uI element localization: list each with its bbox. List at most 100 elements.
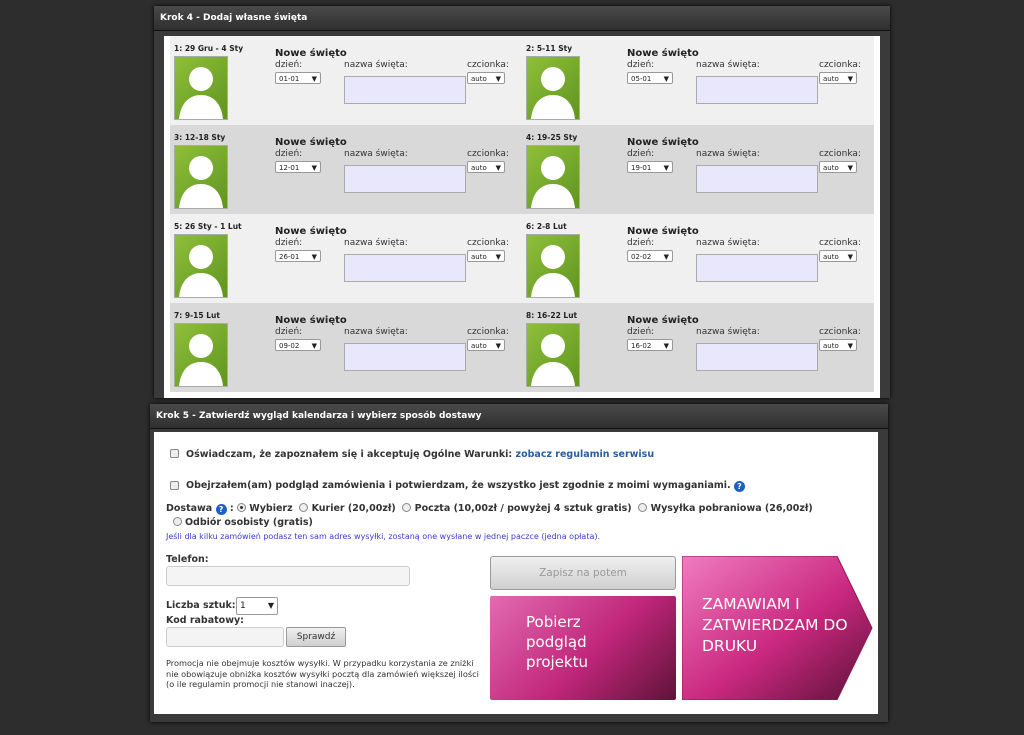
holiday-name-label: nazwa święta: [696, 238, 760, 248]
terms-row: Oświadczam, że zapoznałem się i akceptuj… [186, 449, 654, 460]
font-label: czcionka: [467, 238, 509, 248]
holiday-name-input[interactable] [696, 343, 818, 371]
order-button[interactable]: ZAMAWIAM I ZATWIERDZAM DO DRUKU [682, 556, 874, 700]
holiday-name-label: nazwa święta: [344, 149, 408, 159]
holiday-name-input[interactable] [696, 165, 818, 193]
delivery-radio-pobranie[interactable] [638, 503, 648, 512]
delivery-option-1: Kurier (20,00zł) [311, 503, 396, 514]
day-value: 09-02 [279, 342, 300, 350]
week-label: 8: 16-22 Lut [526, 311, 578, 320]
holiday-title: Nowe święto [275, 226, 347, 237]
delivery-option-3: Wysyłka pobraniowa (26,00zł) [650, 503, 813, 514]
download-preview-button[interactable]: Pobierz podgląd projektu [490, 596, 676, 700]
holiday-name-input[interactable] [344, 165, 466, 193]
qty-select[interactable]: 1 ▼ [236, 597, 278, 615]
day-label: dzień: [627, 238, 655, 248]
font-select[interactable]: auto ▼ [819, 250, 857, 262]
help-icon[interactable]: ? [733, 481, 745, 492]
font-select[interactable]: auto ▼ [819, 339, 857, 351]
terms-link[interactable]: zobacz regulamin serwisu [516, 449, 655, 460]
font-label: czcionka: [819, 238, 861, 248]
holiday-name-label: nazwa święta: [344, 238, 408, 248]
delivery-radio-wybierz[interactable] [236, 503, 246, 512]
download-preview-label: Pobierz podgląd projektu [526, 613, 589, 671]
font-value: auto [471, 75, 487, 83]
day-select[interactable]: 05-01 ▼ [627, 72, 673, 84]
holiday-name-input[interactable] [344, 254, 466, 282]
delivery-row: Dostawa ? : Wybierz Kurier (20,00zł) Poc… [166, 503, 813, 528]
day-select[interactable]: 02-02 ▼ [627, 250, 673, 262]
font-value: auto [823, 75, 839, 83]
order-button-label: ZAMAWIAM I ZATWIERDZAM DO DRUKU [702, 595, 848, 655]
check-code-button[interactable]: Sprawdź [286, 627, 346, 647]
holiday-cell: 1: 29 Gru - 4 Sty Nowe święto dzień: 01-01 ▼… [170, 36, 522, 125]
font-value: auto [471, 253, 487, 261]
promo-note: Promocja nie obejmuje kosztów wysyłki. W… [166, 658, 479, 689]
step5-body: Oświadczam, że zapoznałem się i akceptuj… [154, 432, 878, 714]
day-select[interactable]: 16-02 ▼ [627, 339, 673, 351]
chevron-down-icon: ▼ [495, 164, 501, 172]
holiday-cell: 4: 19-25 Sty Nowe święto dzień: 19-01 ▼ nazwa… [522, 125, 874, 214]
holidays-grid: 1: 29 Gru - 4 Sty Nowe święto dzień: 01-01 ▼… [170, 36, 874, 392]
holiday-title: Nowe święto [627, 48, 699, 59]
holidays-container: 1: 29 Gru - 4 Sty Nowe święto dzień: 01-01 ▼… [164, 36, 880, 398]
discount-code-input[interactable] [166, 627, 284, 647]
photo-placeholder-icon[interactable] [174, 234, 228, 298]
photo-placeholder-icon[interactable] [526, 234, 580, 298]
holiday-title: Nowe święto [275, 315, 347, 326]
day-select[interactable]: 19-01 ▼ [627, 161, 673, 173]
chevron-down-icon: ▼ [267, 601, 274, 610]
delivery-radio-poczta[interactable] [402, 503, 412, 512]
font-label: czcionka: [467, 60, 509, 70]
day-value: 05-01 [631, 75, 652, 83]
font-select[interactable]: auto ▼ [819, 161, 857, 173]
holiday-row: 7: 9-15 Lut Nowe święto dzień: 09-02 ▼ nazwa … [170, 303, 874, 392]
photo-placeholder-icon[interactable] [174, 56, 228, 120]
chevron-down-icon: ▼ [847, 164, 853, 172]
step5-header: Krok 5 - Zatwierdź wygląd kalendarza i w… [150, 404, 888, 429]
photo-placeholder-icon[interactable] [174, 323, 228, 387]
holiday-name-label: nazwa święta: [696, 327, 760, 337]
delivery-radio-odbior[interactable] [172, 517, 182, 526]
font-value: auto [823, 164, 839, 172]
phone-input[interactable] [166, 566, 410, 586]
save-later-button[interactable]: Zapisz na potem [490, 556, 676, 590]
chevron-down-icon: ▼ [847, 342, 853, 350]
font-label: czcionka: [819, 327, 861, 337]
font-select[interactable]: auto ▼ [819, 72, 857, 84]
day-select[interactable]: 01-01 ▼ [275, 72, 321, 84]
day-select[interactable]: 26-01 ▼ [275, 250, 321, 262]
phone-label: Telefon: [166, 554, 209, 565]
font-select[interactable]: auto ▼ [467, 161, 505, 173]
holiday-name-input[interactable] [696, 254, 818, 282]
font-select[interactable]: auto ▼ [467, 72, 505, 84]
photo-placeholder-icon[interactable] [526, 145, 580, 209]
reviewed-checkbox[interactable] [170, 481, 179, 490]
font-value: auto [823, 342, 839, 350]
week-label: 3: 12-18 Sty [174, 133, 226, 142]
photo-placeholder-icon[interactable] [526, 56, 580, 120]
day-value: 16-02 [631, 342, 652, 350]
day-select[interactable]: 09-02 ▼ [275, 339, 321, 351]
holiday-name-label: nazwa święta: [696, 60, 760, 70]
day-label: dzień: [627, 60, 655, 70]
holiday-name-input[interactable] [344, 343, 466, 371]
font-select[interactable]: auto ▼ [467, 339, 505, 351]
font-select[interactable]: auto ▼ [467, 250, 505, 262]
photo-placeholder-icon[interactable] [174, 145, 228, 209]
chevron-down-icon: ▼ [311, 253, 317, 261]
photo-placeholder-icon[interactable] [526, 323, 580, 387]
reviewed-text: Obejrzałem(am) podgląd zamówienia i potw… [186, 480, 731, 491]
font-value: auto [471, 342, 487, 350]
delivery-help-icon[interactable]: ? [215, 504, 227, 515]
delivery-radio-kurier[interactable] [299, 503, 309, 512]
holiday-cell: 2: 5-11 Sty Nowe święto dzień: 05-01 ▼ nazwa … [522, 36, 874, 125]
holiday-name-label: nazwa święta: [696, 149, 760, 159]
qty-value: 1 [240, 601, 246, 611]
holiday-name-input[interactable] [344, 76, 466, 104]
font-label: czcionka: [819, 60, 861, 70]
holiday-name-input[interactable] [696, 76, 818, 104]
day-select[interactable]: 12-01 ▼ [275, 161, 321, 173]
terms-checkbox[interactable] [170, 449, 179, 458]
holiday-name-label: nazwa święta: [344, 60, 408, 70]
